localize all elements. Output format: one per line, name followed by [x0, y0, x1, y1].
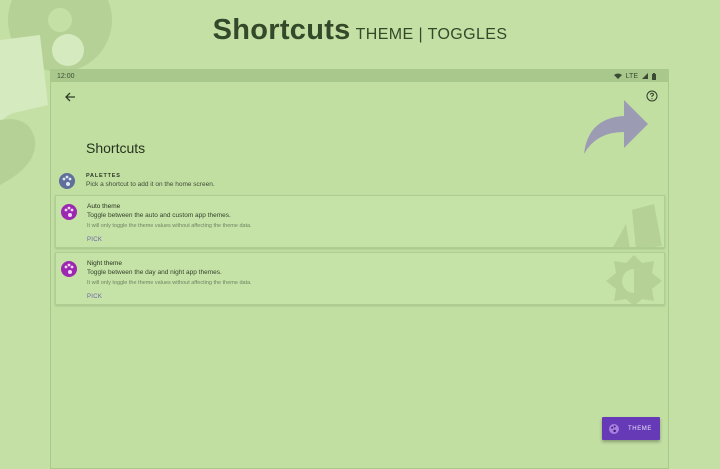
shortcut-subtitle: Toggle between the auto and custom app t… — [87, 212, 231, 219]
headline-title: Shortcuts — [212, 14, 351, 46]
palette-icon — [59, 173, 75, 189]
back-arrow-icon[interactable] — [63, 90, 77, 104]
palette-icon — [61, 204, 77, 220]
palettes-description: Pick a shortcut to add it on the home sc… — [86, 181, 215, 188]
night-theme-art-icon — [606, 255, 662, 304]
headline-subtitle: THEME | TOGGLES — [355, 26, 508, 43]
palette-icon — [61, 261, 77, 277]
fab-label: THEME — [628, 425, 652, 432]
page-headline: Shortcuts THEME | TOGGLES — [0, 14, 720, 47]
status-bar: 12:00 LTE — [51, 70, 668, 82]
shortcut-card-night-theme[interactable]: Night theme Toggle between the day and n… — [55, 252, 665, 305]
palettes-header[interactable]: PALETTES Pick a shortcut to add it on th… — [51, 171, 668, 191]
wifi-icon — [613, 73, 622, 79]
share-arrow-icon — [584, 100, 648, 154]
pick-button[interactable]: PICK — [87, 294, 102, 300]
palettes-label: PALETTES — [86, 173, 121, 179]
auto-theme-art-icon — [613, 204, 662, 247]
device-screen: 12:00 LTE Shortcuts PALETTES Pick a shor… — [50, 69, 669, 469]
shortcut-title: Auto theme — [87, 203, 121, 210]
shortcut-subtitle: Toggle between the day and night app the… — [87, 269, 222, 276]
battery-icon — [652, 72, 656, 80]
page-title: Shortcuts — [86, 140, 146, 156]
pick-button[interactable]: PICK — [87, 237, 102, 243]
shortcut-title: Night theme — [87, 260, 123, 267]
shortcut-note: It will only toggle the theme values wit… — [87, 223, 252, 229]
status-time: 12:00 — [57, 72, 75, 80]
signal-icon — [642, 73, 648, 79]
toolbar — [51, 82, 668, 112]
shortcut-card-auto-theme[interactable]: Auto theme Toggle between the auto and c… — [55, 195, 665, 248]
shortcut-note: It will only toggle the theme values wit… — [87, 280, 252, 286]
theme-fab-button[interactable]: THEME — [602, 417, 660, 440]
palette-icon — [609, 423, 619, 434]
network-label: LTE — [625, 72, 638, 80]
